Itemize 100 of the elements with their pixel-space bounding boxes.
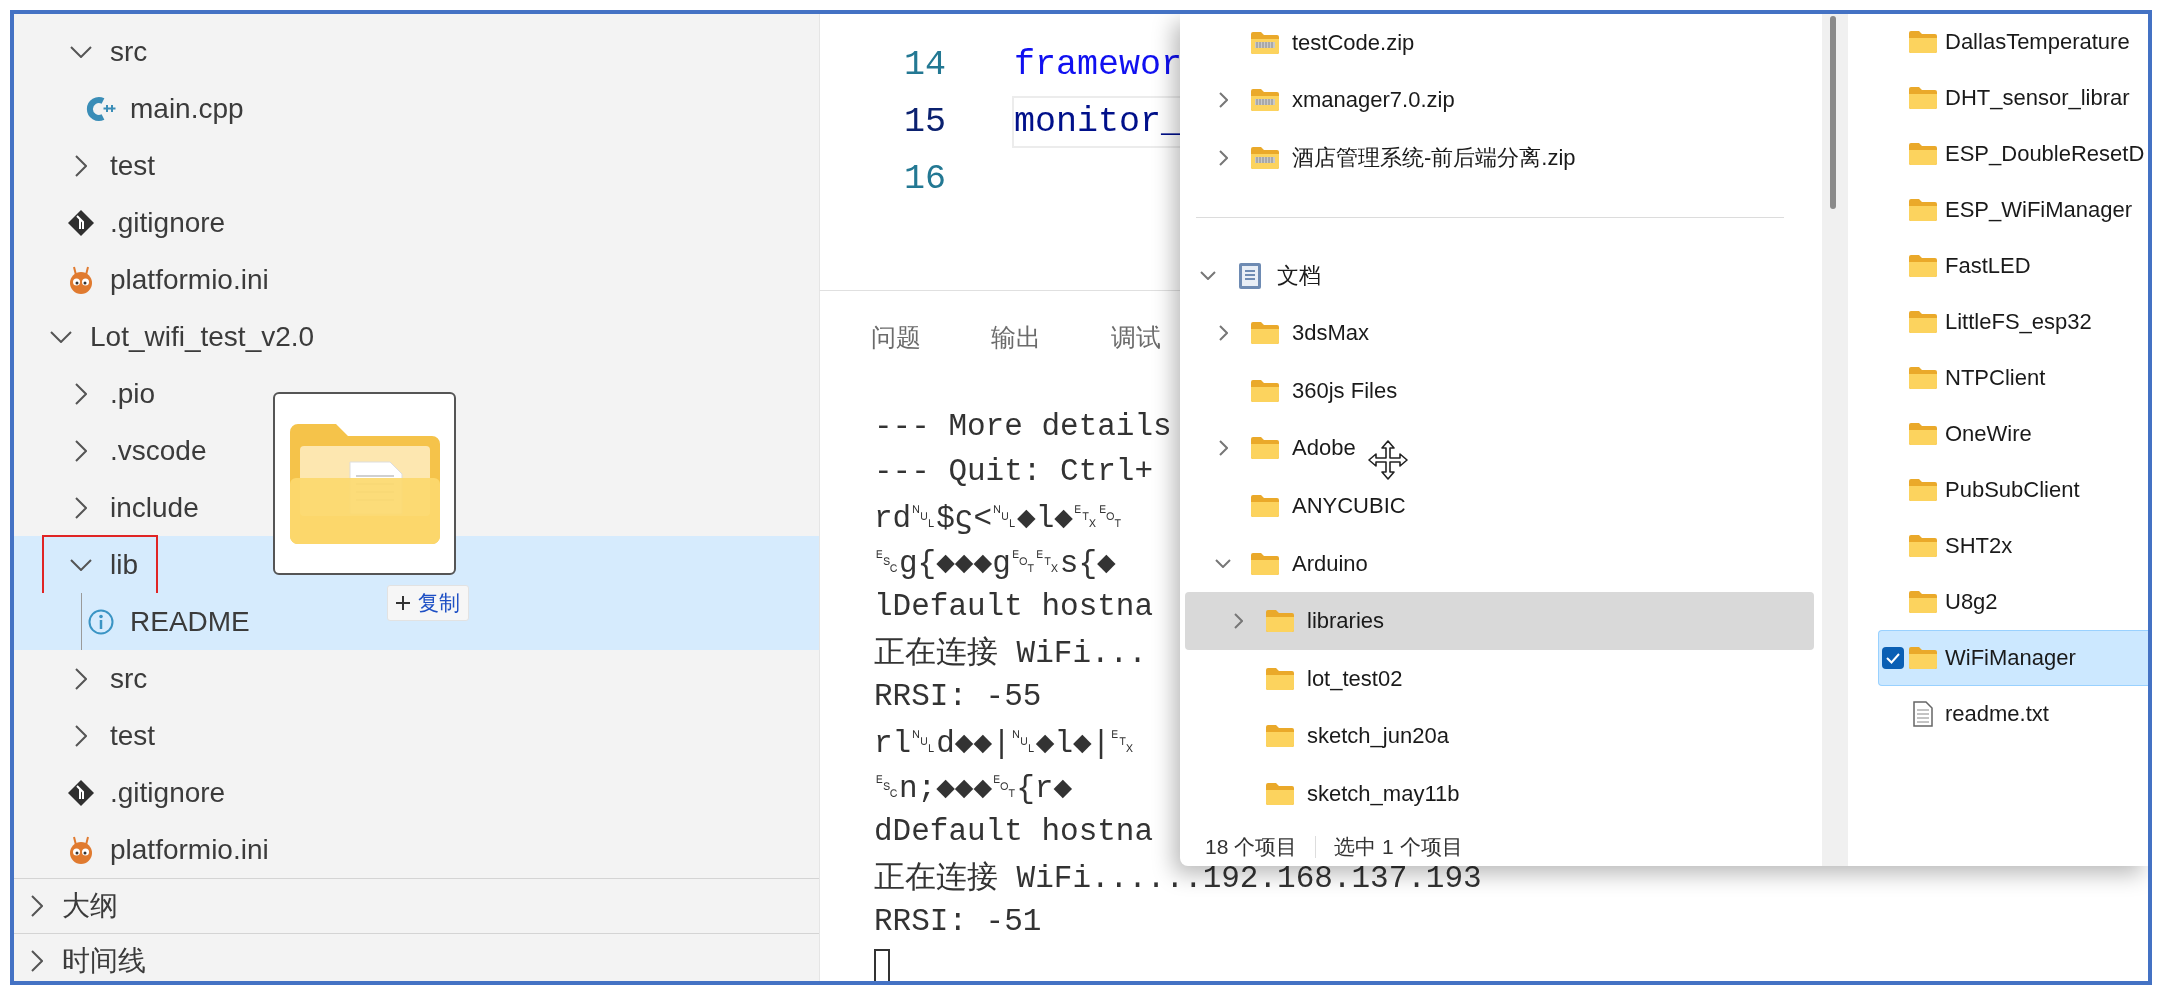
line-number: 16 [903, 158, 946, 199]
file-item[interactable]: ESP_DoubleResetD [1878, 126, 2148, 182]
folder-icon [1909, 311, 1937, 333]
folder-icon [1251, 379, 1279, 402]
tree-item[interactable]: Lot_wifi_test_v2.0 [14, 308, 819, 365]
terminal-line: RRSI: -55 [874, 679, 1042, 714]
folder-icon [1909, 255, 1937, 277]
zip-folder-icon [1251, 147, 1279, 169]
file-item[interactable]: NTPClient [1878, 350, 2148, 406]
nav-item[interactable]: 3dsMax [1185, 304, 1814, 362]
tree-item[interactable]: test [14, 707, 819, 764]
nav-item[interactable]: testCode.zip [1185, 14, 1814, 72]
nav-item[interactable]: ANYCUBIC [1185, 477, 1814, 535]
file-item[interactable]: DallasTemperature [1878, 14, 2148, 70]
panel-tab[interactable]: 问题 [871, 321, 921, 355]
folder-icon [1909, 367, 1937, 389]
file-item[interactable]: SHT2x [1878, 518, 2148, 574]
document-folder-icon [289, 423, 440, 544]
nav-item[interactable]: Arduino [1185, 534, 1814, 593]
folder-icon [1251, 322, 1279, 345]
terminal-line: rd␀$ϛ<␀◆l◆␃␄ [874, 499, 1122, 536]
folder-icon [1251, 552, 1279, 575]
nav-item[interactable]: xmanager7.0.zip [1185, 71, 1814, 130]
file-item[interactable]: DHT_sensor_librar [1878, 70, 2148, 126]
terminal-line: lDefault hostna [874, 589, 1154, 624]
code-line: framewor [1013, 43, 1184, 87]
nav-item[interactable]: lot_test02 [1185, 649, 1814, 708]
move-cursor-icon [1368, 440, 1408, 480]
folder-icon [1251, 437, 1279, 460]
tree-item[interactable]: .gitignore [14, 764, 819, 821]
terminal-line: --- Quit: Ctrl+ [874, 454, 1154, 489]
diamond-icon [68, 209, 94, 236]
zip-folder-icon [1251, 31, 1279, 54]
nav-item[interactable]: Adobe [1185, 419, 1814, 478]
file-item[interactable]: U8g2 [1878, 574, 2148, 630]
file-item[interactable]: readme.txt [1878, 686, 2148, 742]
nav-item[interactable]: 360js Files [1185, 361, 1814, 420]
alien-head-icon [68, 835, 94, 864]
nav-item[interactable]: sketch_jun20a [1185, 707, 1814, 766]
item-count: 18 个项目 [1205, 834, 1298, 860]
terminal-line: 正在连接 WiFi......192.168.137.193 [874, 859, 1482, 898]
terminal-line: ␛n;◆◆◆␄{r◆ [874, 769, 1073, 806]
file-item[interactable]: PubSubClient [1878, 462, 2148, 518]
file-item[interactable]: OneWire [1878, 406, 2148, 462]
info-icon [88, 608, 114, 635]
checkbox [1882, 647, 1904, 669]
scrollbar-track[interactable] [1822, 14, 1848, 866]
folder-icon [1909, 591, 1937, 613]
zip-folder-icon [1251, 89, 1279, 112]
terminal-line: --- More details [874, 409, 1172, 444]
nav-item[interactable]: sketch_may11b [1185, 765, 1814, 823]
panel-tab[interactable]: 调试 [1111, 321, 1161, 355]
document-icon [1239, 262, 1261, 289]
nav-item[interactable]: libraries [1185, 592, 1814, 650]
folder-icon [1251, 494, 1279, 517]
terminal-line: dDefault hostna [874, 814, 1154, 849]
line-number: 14 [903, 44, 946, 85]
tree-item[interactable]: main.cpp [14, 80, 819, 137]
folder-icon [1266, 610, 1294, 633]
folder-icon [1909, 535, 1937, 557]
scrollbar-thumb[interactable] [1830, 16, 1836, 209]
file-item[interactable]: FastLED [1878, 238, 2148, 294]
text-file-icon [1913, 701, 1933, 727]
tree-item[interactable]: .vscode [14, 422, 819, 479]
file-item[interactable]: LittleFS_esp32 [1878, 294, 2148, 350]
section-header[interactable]: 时间线 [14, 933, 819, 981]
folder-icon [1266, 782, 1294, 805]
terminal-line: RRSI: -51 [874, 904, 1042, 939]
folder-icon [1909, 479, 1937, 501]
section-header[interactable]: 大纲 [14, 878, 819, 933]
tree-item[interactable]: src [14, 23, 819, 80]
folder-icon [1909, 423, 1937, 445]
file-item[interactable]: ESP_WiFiManager [1878, 182, 2148, 238]
line-number: 15 [903, 101, 946, 142]
panel-tab[interactable]: 输出 [991, 321, 1041, 355]
alien-head-icon [68, 265, 94, 294]
tree-item[interactable]: test [14, 137, 819, 194]
tree-item[interactable]: src [14, 650, 819, 707]
tree-item[interactable]: include [14, 479, 819, 536]
copy-label: 复制 [418, 590, 460, 617]
plus-icon [396, 596, 410, 610]
tree-item[interactable]: platformio.ini [14, 251, 819, 308]
terminal-line: 正在连接 WiFi... [874, 634, 1147, 673]
folder-icon [1909, 31, 1937, 53]
folder-icon [1266, 667, 1294, 690]
folder-icon [1909, 143, 1937, 165]
text-cursor [874, 948, 890, 981]
folder-icon [1266, 725, 1294, 748]
folder-icon [1909, 647, 1937, 669]
tree-item[interactable]: .pio [14, 365, 819, 422]
file-item[interactable]: WiFiManager [1878, 630, 2148, 686]
c-plus-icon [86, 95, 116, 122]
folder-icon [1909, 199, 1937, 221]
terminal-line: ␛g{◆◆◆g␄␃s{◆ [874, 544, 1116, 581]
tree-item[interactable]: platformio.ini [14, 821, 819, 878]
selection-count: 选中 1 个项目 [1334, 834, 1463, 860]
tree-item[interactable]: .gitignore [14, 194, 819, 251]
nav-item[interactable]: 酒店管理系统-前后端分离.zip [1185, 129, 1814, 187]
nav-item[interactable]: 文档 [1185, 246, 1814, 305]
terminal-line: rl␀d◆◆|␀◆l◆|␃ [874, 724, 1136, 761]
